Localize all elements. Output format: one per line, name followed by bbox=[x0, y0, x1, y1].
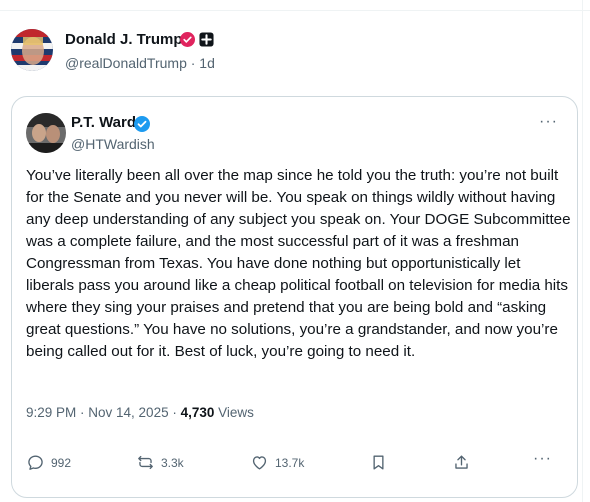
views-label: Views bbox=[214, 405, 254, 420]
post-meta: 9:29 PM · Nov 14, 2025 · 4,730 Views bbox=[26, 405, 254, 420]
timestamp[interactable]: 9:29 PM · Nov 14, 2025 · bbox=[26, 405, 181, 420]
reply-count: 992 bbox=[51, 455, 72, 470]
verified-badge-icon bbox=[180, 32, 195, 47]
share-icon bbox=[455, 455, 468, 469]
avatar[interactable] bbox=[26, 113, 66, 153]
quoted-author-handle[interactable]: @HTWardish bbox=[71, 136, 155, 152]
author-name[interactable]: Donald J. Trump bbox=[65, 31, 183, 48]
top-divider bbox=[0, 0, 590, 11]
bookmark-button[interactable] bbox=[369, 453, 388, 472]
reply-button[interactable]: 992 bbox=[26, 453, 71, 472]
repost-count: 3.3k bbox=[161, 455, 184, 470]
more-actions-icon[interactable]: ··· bbox=[533, 450, 552, 468]
repost-icon bbox=[138, 455, 153, 470]
share-button[interactable] bbox=[452, 453, 471, 472]
verified-badge-icon bbox=[134, 116, 150, 132]
like-button[interactable]: 13.7k bbox=[250, 453, 304, 472]
post-text: You’ve literally been all over the map s… bbox=[26, 167, 571, 360]
heart-icon bbox=[252, 456, 267, 470]
views-count: 4,730 bbox=[180, 405, 215, 420]
avatar[interactable] bbox=[11, 29, 53, 71]
quoted-post-card[interactable]: P.T. Ward @HTWardish ··· You’ve literall… bbox=[11, 96, 578, 498]
action-bar: 992 3.3k 13.7k ··· bbox=[12, 447, 579, 477]
like-count: 13.7k bbox=[275, 455, 305, 470]
author-handle[interactable]: @realDonaldTrump · 1d bbox=[65, 55, 215, 71]
affiliate-badge-icon bbox=[199, 32, 214, 47]
reply-icon bbox=[28, 455, 43, 470]
repost-button[interactable]: 3.3k bbox=[136, 453, 184, 472]
more-options-icon[interactable]: ··· bbox=[539, 114, 558, 130]
quoted-author-name[interactable]: P.T. Ward bbox=[71, 114, 136, 131]
right-divider bbox=[582, 0, 583, 502]
bookmark-icon bbox=[373, 455, 384, 470]
